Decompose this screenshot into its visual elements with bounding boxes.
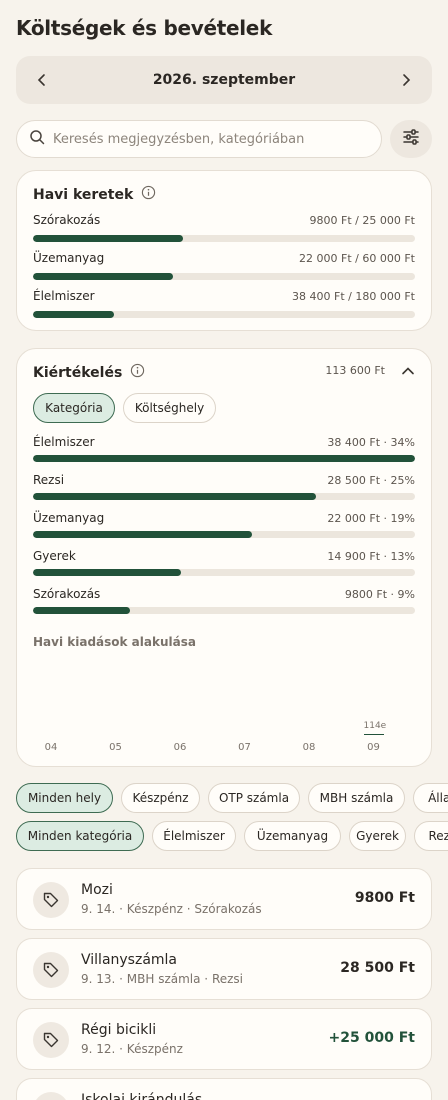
evaluation-label: Élelmiszer [33,435,95,449]
tag-icon [33,1092,69,1100]
transaction-title: Villanyszámla [81,952,178,968]
evaluation-progress-track [33,455,415,462]
month-tick-label: 05 [109,742,122,753]
bar-value-label: 114e [363,721,387,731]
category-filter-chip[interactable]: Üzemanyag [244,821,341,851]
evaluation-value: 22 000 Ft · 19% [327,512,415,525]
budget-value: 38 400 Ft / 180 000 Ft [292,290,415,303]
transaction-amount: 9800 Ft [354,890,415,906]
evaluation-label: Rezsi [33,473,65,487]
chart-bar [363,734,384,735]
budget-progress-track [33,311,415,318]
transaction-subtitle: 9. 12. · Készpénz [81,1042,183,1056]
budget-value: 22 000 Ft / 60 000 Ft [299,252,415,265]
search-bar [16,120,382,158]
evaluation-progress-fill [33,531,252,538]
evaluation-title: Kiértékelés [33,364,123,381]
transaction-title: Mozi [81,882,113,898]
budget-value: 9800 Ft / 25 000 Ft [309,214,415,227]
info-icon[interactable] [130,363,145,382]
tag-icon [33,882,69,918]
filter-button[interactable] [390,120,432,158]
sliders-icon [402,128,420,150]
place-filter-row: Minden hely Készpénz OTP számla MBH számla Á… [0,782,448,814]
evaluation-card: Kiértékelés 113 600 Ft Kategória Költség… [16,348,432,767]
transaction-title: Régi bicikli [81,1022,157,1038]
budget-label: Üzemanyag [33,251,105,265]
place-filter-chip[interactable]: OTP számla [208,783,300,813]
month-tick-label: 04 [44,742,58,753]
transaction-item[interactable]: Mozi 9. 14. · Készpénz · Szórakozás 9800… [16,868,432,930]
budget-progress-track [33,273,415,280]
budgets-card: Havi keretek Szórakozás 9800 Ft / 25 000… [16,170,432,331]
transaction-subtitle: 9. 13. · MBH számla · Rezsi [81,972,244,986]
chevron-left-icon[interactable] [30,68,54,92]
evaluation-progress-track [33,493,415,500]
evaluation-value: 9800 Ft · 9% [344,588,415,601]
place-filter-chip[interactable]: Minden hely [16,783,113,813]
evaluation-value: 38 400 Ft · 34% [327,436,415,449]
evaluation-progress-track [33,531,415,538]
evaluation-progress-fill [33,493,317,500]
evaluation-total: 113 600 Ft [325,364,385,377]
transaction-item[interactable]: Villanyszámla 9. 13. · MBH számla · Rezs… [16,938,432,1000]
month-label: 2026. szeptember [152,72,296,88]
budget-progress-fill [33,311,115,318]
chevron-up-icon[interactable] [401,363,415,382]
info-icon[interactable] [141,185,156,204]
evaluation-value: 14 900 Ft · 13% [327,550,415,563]
search-icon [29,129,45,149]
chevron-right-icon[interactable] [394,68,418,92]
month-tick-label: 09 [367,742,380,753]
transaction-amount: +25 000 Ft [328,1030,415,1046]
transaction-subtitle: 9. 14. · Készpénz · Szórakozás [81,902,262,916]
transaction-amount: 28 500 Ft [340,960,415,976]
evaluation-progress-track [33,569,415,576]
search-input[interactable] [53,131,363,147]
tab-category[interactable]: Kategória [33,393,115,423]
place-filter-chip[interactable]: Készpénz [121,783,200,813]
page-title: Költségek és bevételek [16,16,273,40]
category-filter-chip[interactable]: Élelmiszer [152,821,236,851]
transaction-title: Iskolai kirándulás [81,1092,203,1100]
category-filter-chip[interactable]: Rezsi [414,821,448,851]
month-tick-label: 08 [302,742,316,753]
category-filter-chip[interactable]: Minden kategória [16,821,144,851]
budget-progress-track [33,235,415,242]
budgets-title: Havi keretek [33,186,134,203]
tab-cost-center[interactable]: Költséghely [123,393,216,423]
tag-icon [33,1022,69,1058]
evaluation-label: Gyerek [33,549,76,563]
budget-label: Élelmiszer [33,289,95,303]
budget-label: Szórakozás [33,213,101,227]
transaction-item[interactable]: Régi bicikli 9. 12. · Készpénz +25 000 F… [16,1008,432,1070]
month-navigator: 2026. szeptember [16,56,432,104]
month-tick-label: 07 [238,742,251,753]
evaluation-progress-track [33,607,415,614]
chart-title: Havi kiadások alakulása [33,635,196,649]
place-filter-chip[interactable]: MBH számla [308,783,405,813]
category-filter-chip[interactable]: Gyerek [349,821,406,851]
transaction-item[interactable]: Iskolai kirándulás [16,1078,432,1100]
place-filter-chip[interactable]: Állan [413,783,448,813]
category-filter-row: Minden kategória Élelmiszer Üzemanyag Gyere… [0,820,448,852]
month-tick-label: 06 [173,742,187,753]
budget-progress-fill [33,235,183,242]
evaluation-progress-fill [33,455,415,462]
evaluation-progress-fill [33,607,131,614]
tag-icon [33,952,69,988]
evaluation-label: Szórakozás [33,587,101,601]
evaluation-progress-fill [33,569,182,576]
evaluation-value: 28 500 Ft · 25% [327,474,415,487]
evaluation-label: Üzemanyag [33,511,105,525]
budget-progress-fill [33,273,174,280]
